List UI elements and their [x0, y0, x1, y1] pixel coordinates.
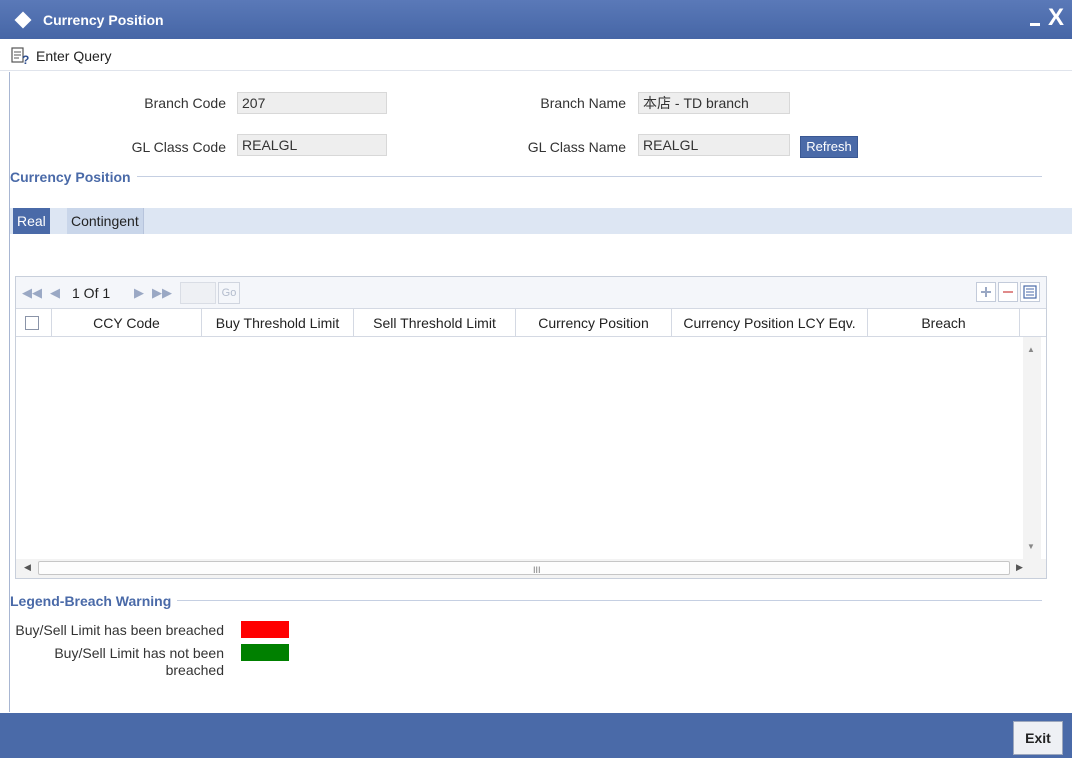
last-page-icon[interactable]: ▶▶: [152, 285, 172, 301]
column-header-buy-threshold[interactable]: Buy Threshold Limit: [202, 309, 354, 337]
column-header-lcy-eqv[interactable]: Currency Position LCY Eqv.: [672, 309, 868, 337]
gl-class-name-label: GL Class Name: [527, 139, 626, 155]
select-all-column: [16, 309, 52, 337]
gl-class-code-field[interactable]: REALGL: [237, 134, 387, 156]
scroll-up-icon[interactable]: ▲: [1027, 345, 1035, 354]
scroll-right-icon[interactable]: ▶: [1016, 562, 1023, 573]
previous-page-icon[interactable]: ◀: [50, 285, 60, 301]
minus-icon: [1003, 291, 1013, 293]
body-border: [9, 72, 10, 712]
tab-bar: Real Contingent: [10, 208, 1072, 234]
column-header-currency-position[interactable]: Currency Position: [516, 309, 672, 337]
column-header-ccy-code[interactable]: CCY Code: [52, 309, 202, 337]
query-icon: ?: [11, 47, 29, 66]
go-button[interactable]: Go: [218, 282, 240, 304]
currency-grid: ◀◀ ◀ 1 Of 1 ▶ ▶▶ Go CCY Code Buy Thresho…: [15, 276, 1047, 579]
grid-header-row: CCY Code Buy Threshold Limit Sell Thresh…: [16, 309, 1046, 337]
minimize-icon[interactable]: [1028, 8, 1042, 30]
scroll-down-icon[interactable]: ▼: [1027, 542, 1035, 551]
vertical-scrollbar[interactable]: ▲ ▼: [1023, 337, 1041, 559]
gl-class-name-field[interactable]: REALGL: [638, 134, 790, 156]
exit-button[interactable]: Exit: [1013, 721, 1063, 755]
section-title: Currency Position: [10, 169, 137, 185]
list-view-icon: [1023, 285, 1037, 299]
enter-query-button[interactable]: ? Enter Query: [10, 45, 111, 67]
title-bar: Currency Position X: [0, 0, 1072, 39]
branch-code-label: Branch Code: [144, 95, 226, 111]
window-title: Currency Position: [43, 12, 164, 28]
select-all-checkbox[interactable]: [25, 316, 39, 330]
add-row-button[interactable]: [976, 282, 996, 302]
single-view-button[interactable]: [1020, 282, 1040, 302]
grid-toolbar: ◀◀ ◀ 1 Of 1 ▶ ▶▶ Go: [16, 277, 1046, 309]
column-header-sell-threshold[interactable]: Sell Threshold Limit: [354, 309, 516, 337]
legend-title: Legend-Breach Warning: [10, 593, 178, 609]
horizontal-scrollbar[interactable]: ◀ III ▶: [16, 559, 1046, 578]
gl-class-code-label: GL Class Code: [131, 139, 226, 155]
column-header-breach[interactable]: Breach: [868, 309, 1020, 337]
page-indicator: 1 Of 1: [72, 285, 111, 301]
scroll-grip-icon: III: [533, 565, 541, 575]
currency-position-window: Currency Position X ? Enter Query Branch…: [0, 0, 1072, 758]
footer-bar: [0, 713, 1072, 758]
branch-code-field[interactable]: 207: [237, 92, 387, 114]
page-number-input[interactable]: [180, 282, 216, 304]
enter-query-label: Enter Query: [36, 48, 112, 64]
first-page-icon[interactable]: ◀◀: [22, 285, 42, 301]
branch-name-label: Branch Name: [540, 95, 626, 111]
tab-contingent[interactable]: Contingent: [67, 208, 144, 234]
legend-not-breached-label-line2: breached: [165, 662, 224, 678]
legend-breached-label: Buy/Sell Limit has been breached: [15, 622, 224, 638]
scroll-left-icon[interactable]: ◀: [24, 562, 31, 573]
delete-row-button[interactable]: [998, 282, 1018, 302]
app-diamond-icon: [14, 11, 32, 29]
section-divider: [10, 176, 1042, 177]
legend-breached-swatch: [241, 621, 289, 638]
legend-not-breached-label-line1: Buy/Sell Limit has not been: [54, 645, 224, 661]
legend-not-breached-swatch: [241, 644, 289, 661]
refresh-button[interactable]: Refresh: [800, 136, 858, 158]
horizontal-scroll-thumb[interactable]: III: [38, 561, 1010, 575]
tab-real[interactable]: Real: [13, 208, 50, 234]
close-icon[interactable]: X: [1046, 5, 1066, 31]
plus-icon: [981, 287, 991, 297]
svg-text:?: ?: [22, 53, 29, 66]
branch-name-field[interactable]: 本店 - TD branch: [638, 92, 790, 114]
next-page-icon[interactable]: ▶: [134, 285, 144, 301]
toolbar: ? Enter Query: [0, 39, 1072, 71]
